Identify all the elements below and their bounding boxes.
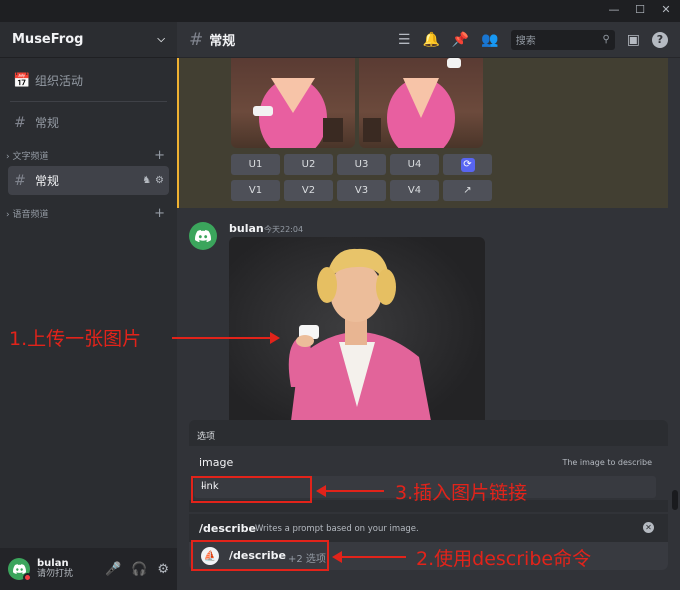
button-label: U4 <box>407 159 422 170</box>
calendar-icon: 📅 <box>13 72 31 89</box>
grid-button-u4[interactable]: U4 <box>390 154 439 175</box>
bell-icon[interactable]: 🔔 <box>422 32 439 48</box>
dnd-status-icon <box>23 573 32 582</box>
gear-icon[interactable]: ⚙ <box>157 562 169 577</box>
members-icon[interactable]: 👥 <box>481 32 498 48</box>
help-icon[interactable]: ? <box>652 31 668 48</box>
option-name: image <box>199 456 234 469</box>
minimize-icon[interactable]: — <box>608 3 620 16</box>
category-voice-channels[interactable]: › 语音频道 + <box>0 205 177 221</box>
window-titlebar: — ☐ ✕ <box>0 0 680 22</box>
annotation-arrow <box>172 332 280 344</box>
annotation-arrow <box>316 485 384 497</box>
threads-icon[interactable]: ☰ <box>398 32 411 48</box>
chevron-down-icon[interactable]: ⌵ <box>157 34 165 45</box>
scrollbar[interactable] <box>672 58 678 590</box>
inbox-icon[interactable]: ▣ <box>627 32 640 48</box>
grid-button-u3[interactable]: U3 <box>337 154 386 175</box>
close-icon[interactable]: ✕ <box>643 522 654 533</box>
add-channel-icon[interactable]: + <box>154 148 165 163</box>
search-icon: ⚲ <box>602 34 610 45</box>
command-name: /describe <box>199 522 256 535</box>
maximize-icon[interactable]: ☐ <box>634 3 646 16</box>
button-label: U3 <box>354 159 369 170</box>
generated-image[interactable] <box>359 58 483 148</box>
reroll-button[interactable]: ⟳ <box>443 154 492 175</box>
hash-icon: # <box>14 172 26 189</box>
avatar[interactable] <box>189 222 217 250</box>
annotation-insert-link: 3.插入图片链接 <box>395 482 528 504</box>
pin-icon[interactable]: 📌 <box>452 32 469 48</box>
mic-muted-icon[interactable]: 🎤 <box>105 562 121 577</box>
username: bulan <box>37 558 69 569</box>
grid-button-v4[interactable]: V4 <box>390 180 439 201</box>
close-icon[interactable]: ✕ <box>660 3 672 16</box>
add-channel-icon[interactable]: + <box>154 206 165 221</box>
annotation-upload-image: 1.上传一张图片 <box>9 328 142 350</box>
user-status: 请勿打扰 <box>37 569 74 579</box>
discord-logo-icon <box>195 230 211 242</box>
woman-pink-suit-image <box>253 78 343 148</box>
command-description: Writes a prompt based on your image. <box>255 524 419 534</box>
annotation-arrow <box>332 551 406 563</box>
search-input[interactable]: 搜索 ⚲ <box>510 29 615 50</box>
discord-logo-icon <box>12 564 26 574</box>
option-description: The image to describe <box>562 458 652 467</box>
search-placeholder: 搜索 <box>515 36 536 47</box>
channel-header: # 常规 ☰ 🔔 📌 👥 搜索 ⚲ ▣ ? <box>177 22 680 58</box>
category-label: 文字频道 <box>12 151 49 162</box>
sidebar-item-label: 常规 <box>35 116 60 130</box>
external-link-icon: ↗ <box>463 185 472 196</box>
button-label: V4 <box>407 185 422 196</box>
gear-icon[interactable]: ⚙ <box>155 175 164 186</box>
server-header[interactable]: MuseFrog ⌵ <box>0 22 177 58</box>
divider <box>10 101 167 102</box>
sidebar-item-label: 常规 <box>35 174 60 188</box>
server-name: MuseFrog <box>12 32 84 47</box>
button-label: U1 <box>248 159 263 170</box>
invite-icon[interactable]: ♞ <box>142 175 151 186</box>
open-web-button[interactable]: ↗ <box>443 180 492 201</box>
avatar[interactable] <box>8 558 32 582</box>
annotation-use-describe: 2.使用describe命令 <box>416 548 592 570</box>
message-author[interactable]: bulan <box>229 222 264 235</box>
annotation-box-link <box>191 476 312 503</box>
channel-title: 常规 <box>209 34 236 49</box>
sidebar-item-events[interactable]: 📅 组织活动 <box>8 66 169 95</box>
generated-image[interactable] <box>231 58 355 148</box>
sidebar-item-general[interactable]: # 常规 ♞ ⚙ <box>8 166 169 195</box>
user-panel: bulan 请勿打扰 🎤 🎧 ⚙ <box>0 548 177 590</box>
options-header: 选项 <box>197 432 216 442</box>
grid-button-v3[interactable]: V3 <box>337 180 386 201</box>
headphones-icon[interactable]: 🎧 <box>131 562 147 577</box>
chevron-icon: › <box>6 209 10 220</box>
sidebar-item-general-top[interactable]: # 常规 <box>8 108 169 137</box>
chevron-icon: › <box>6 151 10 162</box>
channel-sidebar: MuseFrog ⌵ 📅 组织活动 # 常规 › 文字频道 + # 常规 ♞ ⚙… <box>0 22 177 590</box>
button-label: V3 <box>354 185 369 196</box>
grid-button-v1[interactable]: V1 <box>231 180 280 201</box>
annotation-box-command <box>191 540 329 571</box>
category-label: 语音频道 <box>12 209 49 220</box>
sidebar-item-label: 组织活动 <box>35 74 84 88</box>
woman-pink-suit-image <box>363 58 461 148</box>
hash-icon: # <box>189 29 204 50</box>
grid-button-u2[interactable]: U2 <box>284 154 333 175</box>
upscale-variation-buttons: U1 U2 U3 U4 ⟳ V1 V2 V3 V4 ↗ <box>231 154 492 201</box>
previous-message: U1 U2 U3 U4 ⟳ V1 V2 V3 V4 ↗ <box>177 58 668 208</box>
button-label: V1 <box>248 185 263 196</box>
hash-icon: # <box>14 114 26 131</box>
grid-button-u1[interactable]: U1 <box>231 154 280 175</box>
message-timestamp: 今天22:04 <box>264 225 304 234</box>
reroll-icon: ⟳ <box>460 157 475 172</box>
button-label: V2 <box>301 185 316 196</box>
button-label: U2 <box>301 159 316 170</box>
category-text-channels[interactable]: › 文字频道 + <box>0 147 177 163</box>
grid-button-v2[interactable]: V2 <box>284 180 333 201</box>
